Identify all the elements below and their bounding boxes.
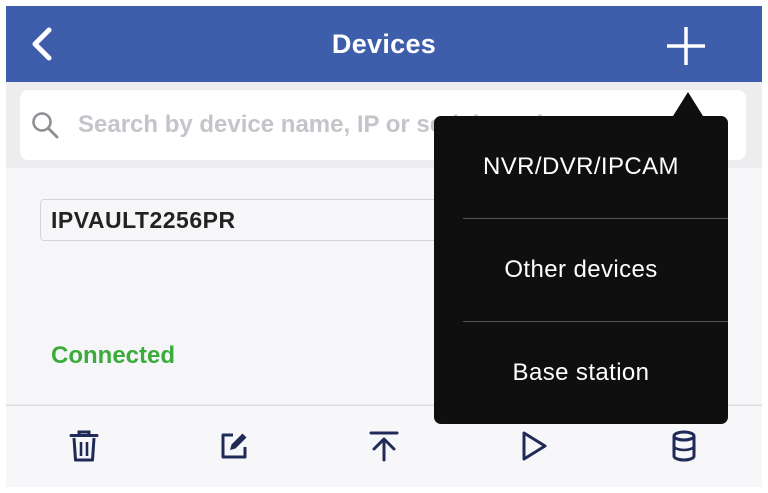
edit-icon [221, 433, 247, 459]
storage-button[interactable] [664, 426, 704, 466]
menu-arrow [673, 92, 703, 116]
status-badge: Connected [51, 342, 176, 369]
search-icon [30, 109, 62, 141]
play-button[interactable] [514, 426, 554, 466]
menu-item-base-station[interactable]: Base station [434, 322, 728, 424]
add-device-menu: NVR/DVR/IPCAM Other devices Base station [434, 116, 728, 424]
edit-button[interactable] [214, 426, 254, 466]
plus-icon [667, 27, 705, 65]
storage-icon [672, 430, 696, 462]
menu-item-other-devices[interactable]: Other devices [434, 219, 728, 321]
device-name: IPVAULT2256PR [51, 207, 236, 233]
menu-item-nvr[interactable]: NVR/DVR/IPCAM [434, 116, 728, 218]
page-title: Devices [331, 28, 437, 59]
move-to-top-icon [369, 431, 399, 462]
play-icon [522, 431, 547, 461]
move-to-top-button[interactable] [364, 426, 404, 466]
app-frame: Devices IPVAULT2256PR Connected [6, 6, 762, 487]
trash-icon [69, 430, 99, 462]
delete-button[interactable] [64, 426, 104, 466]
nav-header: Devices [6, 6, 762, 82]
add-device-button[interactable] [662, 22, 710, 70]
